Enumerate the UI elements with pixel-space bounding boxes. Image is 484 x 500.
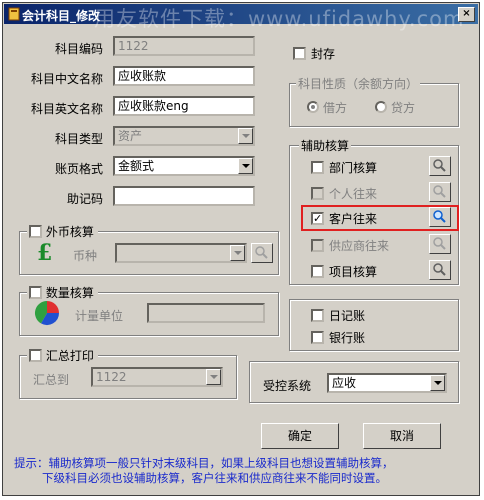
summary-checkbox[interactable]: [29, 349, 42, 362]
mnemonic-field[interactable]: [113, 186, 255, 206]
summary-to-value: 1122: [96, 370, 127, 384]
title-bar[interactable]: 会计科目_修改 用友软件下载：www.ufidawhy.com ×: [4, 4, 478, 31]
mnemonic-label: 助记码: [66, 192, 103, 206]
en-name-field[interactable]: 应收账款eng: [113, 96, 255, 116]
svg-text:£: £: [37, 240, 52, 265]
summary-title-wrap: 汇总打印: [27, 347, 98, 364]
type-label: 科目类型: [54, 132, 103, 146]
tip-line-1: 提示：辅助核算项一般只针对末级科目，如果上级科目也想设置辅助核算，: [14, 456, 394, 470]
nature-title: 科目性质（余额方向）: [296, 75, 421, 92]
type-value: 资产: [118, 129, 143, 143]
pie-chart-icon: [34, 301, 59, 326]
aux-customer-search-button[interactable]: [429, 207, 451, 227]
credit-label: 贷方: [391, 101, 416, 115]
tip-text: 提示：辅助核算项一般只针对末级科目，如果上级科目也想设置辅助核算， 下级科目必须…: [14, 456, 464, 486]
account-edit-dialog: 会计科目_修改 用友软件下载：www.ufidawhy.com × 科目编码 1…: [2, 2, 480, 496]
chevron-down-icon: [206, 369, 221, 385]
bank-label: 银行账: [329, 331, 366, 345]
aux-customer-label: 客户往来: [329, 212, 378, 226]
app-icon: [8, 7, 20, 21]
quantity-checkbox[interactable]: [29, 286, 42, 299]
quantity-title: 数量核算: [45, 286, 94, 300]
seal-label: 封存: [311, 47, 336, 61]
journal-label: 日记账: [329, 309, 366, 323]
aux-supplier-search-button: [429, 234, 451, 254]
aux-project-label: 项目核算: [329, 265, 378, 279]
chevron-down-icon[interactable]: [238, 158, 253, 174]
search-icon: [433, 185, 446, 198]
pound-currency-icon: £: [37, 240, 52, 265]
format-value: 金额式: [118, 159, 155, 173]
debit-radio: [307, 101, 319, 113]
aux-personal-label: 个人往来: [329, 187, 378, 201]
cn-name-label: 科目中文名称: [30, 72, 103, 86]
currency-select: [115, 243, 247, 263]
close-button[interactable]: ×: [458, 7, 475, 22]
aux-dept-label: 部门核算: [329, 161, 378, 175]
cancel-button[interactable]: 取消: [363, 423, 441, 449]
aux-personal-search-button: [429, 182, 451, 202]
chevron-down-icon[interactable]: [430, 375, 445, 391]
foreign-title: 外币核算: [45, 225, 94, 239]
debit-label: 借方: [323, 101, 348, 115]
search-icon: [433, 159, 446, 172]
aux-personal-checkbox: [311, 187, 324, 200]
tip-line-2: 下级科目必须也设辅助核算，客户往来和供应商往来不能同时设置。: [42, 471, 387, 485]
chevron-down-icon: [238, 128, 253, 144]
unit-label: 计量单位: [75, 309, 124, 323]
en-name-label: 科目英文名称: [30, 102, 103, 116]
aux-project-search-button[interactable]: [429, 260, 451, 280]
code-label: 科目编码: [54, 42, 103, 56]
foreign-checkbox[interactable]: [29, 225, 42, 238]
cn-name-field[interactable]: 应收账款: [113, 66, 255, 86]
aux-dept-search-button[interactable]: [429, 156, 451, 176]
bank-checkbox[interactable]: [311, 331, 324, 344]
checkmark-icon: ✓: [313, 212, 323, 225]
controlled-value: 应收: [332, 376, 357, 390]
search-icon: [433, 237, 446, 250]
aux-supplier-checkbox: [311, 239, 324, 252]
aux-dept-checkbox[interactable]: [311, 161, 324, 174]
aux-title: 辅助核算: [299, 137, 352, 154]
format-select[interactable]: 金额式: [113, 156, 255, 176]
chevron-down-icon: [230, 245, 245, 261]
type-select: 资产: [113, 126, 255, 146]
search-icon: [255, 246, 268, 259]
window-title: 会计科目_修改: [22, 9, 101, 23]
summary-to-select: 1122: [91, 367, 223, 387]
controlled-label: 受控系统: [263, 379, 312, 393]
watermark: 用友软件下载：www.ufidawhy.com: [94, 7, 465, 31]
credit-radio: [375, 101, 387, 113]
summary-title: 汇总打印: [45, 349, 94, 363]
ok-button[interactable]: 确定: [261, 423, 339, 449]
aux-supplier-label: 供应商往来: [329, 239, 390, 253]
code-field: 1122: [113, 36, 255, 56]
seal-checkbox[interactable]: [293, 47, 306, 60]
format-label: 账页格式: [54, 162, 103, 176]
unit-field: [147, 303, 265, 323]
search-icon: [433, 263, 446, 276]
controlled-select[interactable]: 应收: [327, 373, 447, 393]
search-icon: [433, 210, 446, 223]
journal-checkbox[interactable]: [311, 309, 324, 322]
foreign-title-wrap: 外币核算: [27, 223, 98, 240]
currency-label: 币种: [73, 249, 98, 263]
summary-to-label: 汇总到: [33, 373, 70, 387]
currency-search-button: [251, 243, 273, 263]
aux-project-checkbox[interactable]: [311, 265, 324, 278]
aux-customer-checkbox[interactable]: ✓: [311, 212, 324, 225]
